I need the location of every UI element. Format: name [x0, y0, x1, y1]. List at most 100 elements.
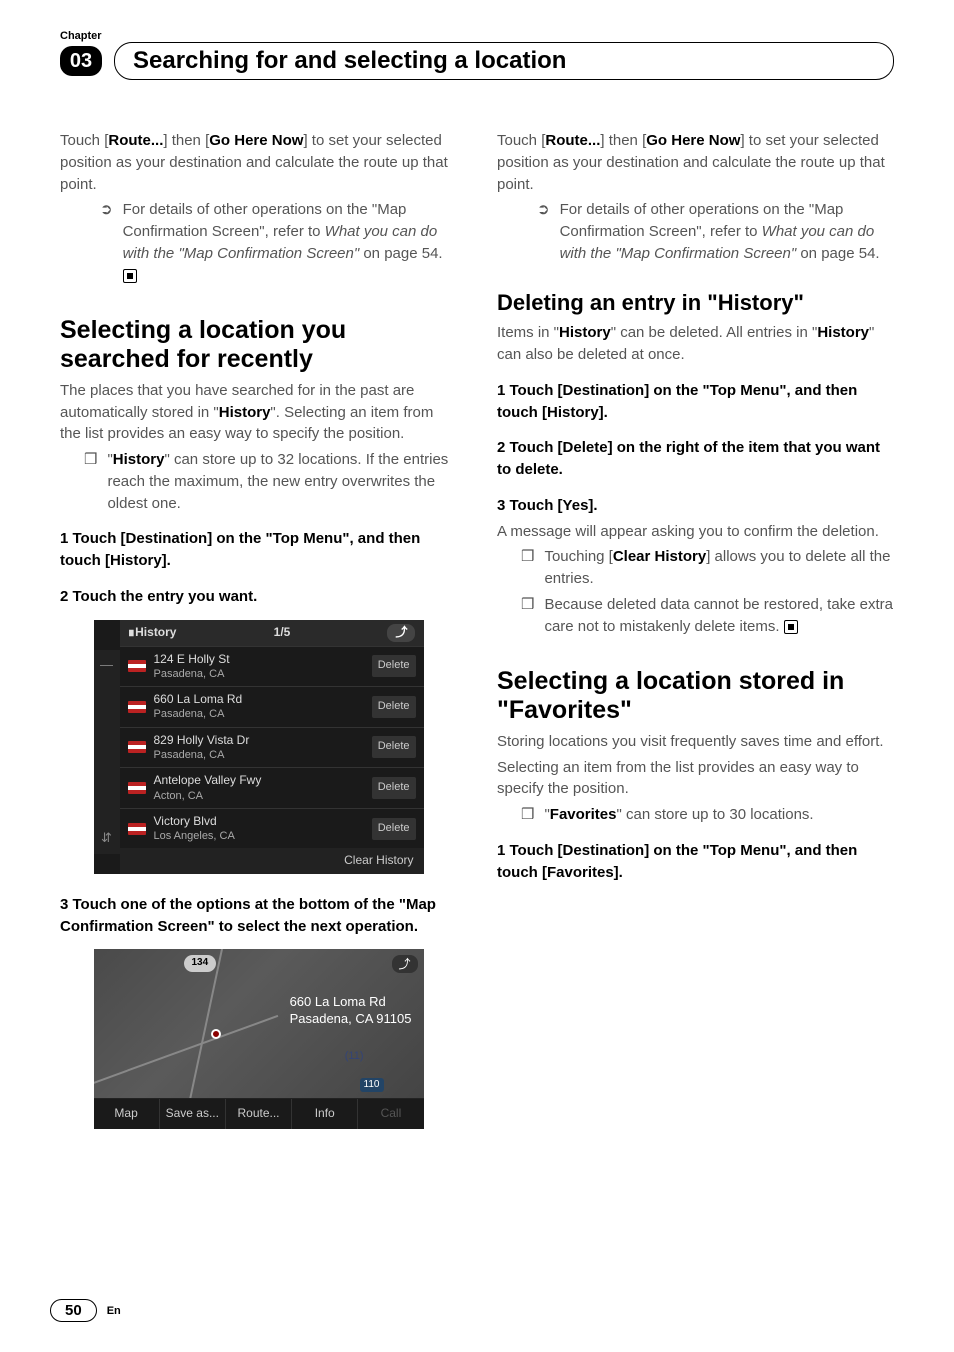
delete-button[interactable]: Delete: [372, 696, 416, 718]
route-label: Route...: [108, 132, 163, 149]
left-column: Touch [Route...] then [Go Here Now] to s…: [60, 130, 457, 1141]
addr-main: 660 La Loma Rd: [154, 692, 243, 706]
text: on page 54.: [359, 245, 442, 262]
text: on page 54.: [796, 245, 879, 262]
delete-button[interactable]: Delete: [372, 818, 416, 840]
map-tab-map[interactable]: Map: [94, 1099, 160, 1128]
list-item[interactable]: 124 E Holly St Pasadena, CA Delete: [120, 646, 424, 687]
list-item[interactable]: Victory Blvd Los Angeles, CA Delete: [120, 808, 424, 849]
list-item[interactable]: 829 Holly Vista Dr Pasadena, CA Delete: [120, 727, 424, 768]
sort-icon[interactable]: ⇵: [101, 829, 112, 848]
del-step-3: 3 Touch [Yes].: [497, 495, 894, 517]
arrow-icon: ➲: [100, 199, 113, 286]
end-mark-icon: [784, 620, 798, 634]
end-mark-icon: [123, 269, 137, 283]
delete-button[interactable]: Delete: [372, 736, 416, 758]
note-text: "History" can store up to 32 locations. …: [107, 449, 457, 514]
flag-icon: [128, 741, 146, 753]
back-button[interactable]: ⤴: [392, 955, 418, 973]
square-bullet-icon: ❒: [521, 546, 534, 590]
list-item[interactable]: Antelope Valley Fwy Acton, CA Delete: [120, 767, 424, 808]
addr-main: Victory Blvd: [154, 814, 217, 828]
go-here-label: Go Here Now: [209, 132, 303, 149]
addr-sub: Pasadena, CA: [154, 749, 225, 761]
header-row: 03 Searching for and selecting a locatio…: [60, 42, 894, 80]
chapter-number-badge: 03: [60, 46, 102, 76]
note-text: Because deleted data cannot be restored,…: [544, 594, 894, 638]
addr-main: 124 E Holly St: [154, 652, 230, 666]
history-label: History: [113, 451, 165, 468]
highway-badge: 110: [360, 1078, 384, 1093]
route-label: Route...: [545, 132, 600, 149]
map-tab-info[interactable]: Info: [292, 1099, 358, 1128]
arrow-icon: ➲: [537, 199, 550, 264]
fav-p1: Storing locations you visit frequently s…: [497, 731, 894, 753]
page-footer: 50 En: [50, 1299, 121, 1322]
del-step-1: 1 Touch [Destination] on the "Top Menu",…: [497, 380, 894, 424]
page-language: En: [107, 1305, 121, 1317]
step-1: 1 Touch [Destination] on the "Top Menu",…: [60, 528, 457, 572]
flag-icon: [128, 701, 146, 713]
flag-icon: [128, 660, 146, 672]
page-number: 50: [50, 1299, 97, 1322]
text: ] then [: [163, 132, 209, 149]
map-marker: (11): [345, 1049, 364, 1065]
section-heading-favorites: Selecting a location stored in "Favorite…: [497, 667, 894, 725]
addr-sub: Pasadena, CA: [154, 668, 225, 680]
go-here-label: Go Here Now: [646, 132, 740, 149]
route-badge: 134: [184, 955, 217, 972]
note-text: Touching [Clear History] allows you to d…: [544, 546, 894, 590]
addr-main: Antelope Valley Fwy: [154, 773, 262, 787]
addr-main: 829 Holly Vista Dr: [154, 733, 250, 747]
map-tab-saveas[interactable]: Save as...: [160, 1099, 226, 1128]
square-bullet-icon: ❒: [521, 804, 534, 826]
flag-icon: [128, 782, 146, 794]
fav-step-1: 1 Touch [Destination] on the "Top Menu",…: [497, 840, 894, 884]
text: Touch [: [60, 132, 108, 149]
history-label: History: [559, 324, 611, 341]
square-bullet-icon: ❒: [84, 449, 97, 514]
flag-icon: [128, 823, 146, 835]
reference-text: For details of other operations on the "…: [123, 199, 457, 286]
delete-confirm-msg: A message will appear asking you to conf…: [497, 521, 894, 543]
square-bullet-icon: ❒: [521, 594, 534, 638]
text: Touch [: [497, 132, 545, 149]
delete-button[interactable]: Delete: [372, 655, 416, 677]
section-heading-recent: Selecting a location you searched for re…: [60, 316, 457, 374]
map-tab-call[interactable]: Call: [358, 1099, 423, 1128]
text: Because deleted data cannot be restored,…: [544, 596, 893, 635]
reference-text: For details of other operations on the "…: [560, 199, 894, 264]
note-text: "Favorites" can store up to 30 locations…: [544, 804, 813, 826]
history-title: ∎History: [128, 624, 177, 641]
text: Touching [: [544, 548, 612, 565]
text: Items in ": [497, 324, 559, 341]
delete-button[interactable]: Delete: [372, 777, 416, 799]
map-addr-line1: 660 La Loma Rd: [290, 994, 386, 1009]
addr-sub: Los Angeles, CA: [154, 830, 235, 842]
scroll-track-icon: —: [100, 656, 113, 675]
scroll-sidebar[interactable]: — ⇵: [94, 650, 120, 854]
text: " can be deleted. All entries in ": [611, 324, 818, 341]
page-indicator: 1/5: [274, 624, 291, 641]
clear-history-button[interactable]: Clear History: [120, 848, 424, 873]
list-item[interactable]: 660 La Loma Rd Pasadena, CA Delete: [120, 686, 424, 727]
history-label: History: [219, 404, 271, 421]
text: ] then [: [600, 132, 646, 149]
section-heading-deleting: Deleting an entry in "History": [497, 287, 894, 319]
step-2: 2 Touch the entry you want.: [60, 586, 457, 608]
text: " can store up to 30 locations.: [616, 806, 813, 823]
addr-sub: Pasadena, CA: [154, 708, 225, 720]
map-pin-icon: [211, 1029, 221, 1039]
right-column: Touch [Route...] then [Go Here Now] to s…: [497, 130, 894, 1141]
del-step-2: 2 Touch [Delete] on the right of the ite…: [497, 437, 894, 481]
clear-history-label: Clear History: [613, 548, 706, 565]
favorites-label: Favorites: [550, 806, 617, 823]
fav-p2: Selecting an item from the list provides…: [497, 757, 894, 801]
page-title: Searching for and selecting a location: [114, 42, 894, 80]
history-label: History: [817, 324, 869, 341]
map-confirmation-screenshot: 134 ⤴ 660 La Loma Rd Pasadena, CA 91105 …: [94, 949, 424, 1128]
map-tab-route[interactable]: Route...: [226, 1099, 292, 1128]
addr-sub: Acton, CA: [154, 790, 204, 802]
back-button[interactable]: ⤴: [387, 624, 415, 642]
chapter-label: Chapter: [60, 30, 894, 42]
